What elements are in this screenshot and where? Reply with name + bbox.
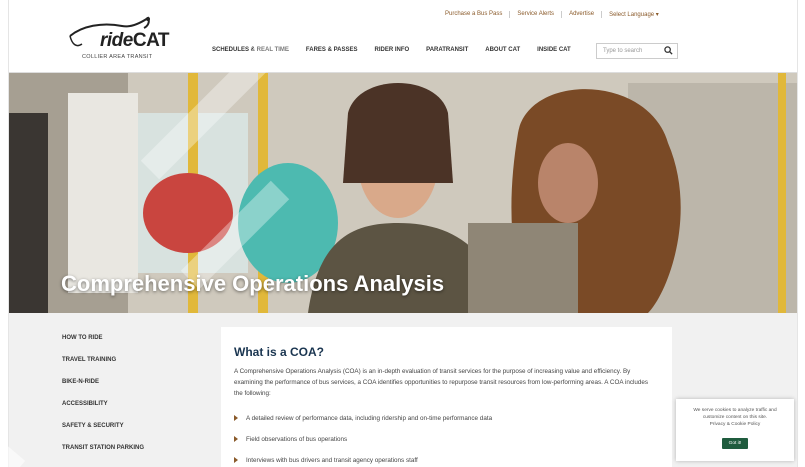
utility-service-alerts[interactable]: Service Alerts	[510, 11, 563, 18]
hero-banner: Comprehensive Operations Analysis	[8, 73, 798, 313]
utility-purchase-pass[interactable]: Purchase a Bus Pass	[438, 11, 511, 18]
bullet-arrow-icon	[234, 436, 238, 443]
nav-rider-info[interactable]: RIDER INFO	[374, 47, 409, 53]
intro-paragraph: A Comprehensive Operations Analysis (COA…	[234, 368, 649, 397]
page: rideCAT COLLIER AREA TRANSIT Purchase a …	[0, 0, 805, 467]
cookie-banner: We serve cookies to analyze traffic and …	[676, 399, 794, 461]
main-nav: SCHEDULES & REAL TIME FARES & PASSES RID…	[212, 47, 588, 53]
bullet-arrow-icon	[234, 415, 238, 422]
sidebar: HOW TO RIDE TRAVEL TRAINING BIKE-N-RIDE …	[8, 313, 208, 467]
search-icon[interactable]	[664, 46, 673, 55]
sidebar-item-safety-security[interactable]: SAFETY & SECURITY	[62, 423, 124, 429]
cookie-message: We serve cookies to analyze traffic and …	[682, 407, 788, 428]
utility-advertise[interactable]: Advertise	[562, 11, 603, 18]
sidebar-item-bike-n-ride[interactable]: BIKE-N-RIDE	[62, 379, 99, 385]
sidebar-item-travel-training[interactable]: TRAVEL TRAINING	[62, 357, 116, 363]
list-item-text: Field observations of bus operations	[246, 436, 348, 443]
language-select[interactable]: Select Language ▾	[602, 11, 666, 18]
logo-tagline: COLLIER AREA TRANSIT	[82, 54, 153, 60]
list-item-text: A detailed review of performance data, i…	[246, 415, 493, 422]
cookie-accept-button[interactable]: Got it!	[722, 438, 748, 449]
sidebar-item-station-parking[interactable]: TRANSIT STATION PARKING	[62, 445, 144, 451]
logo-wordmark: rideCAT	[100, 30, 170, 51]
list-item: A detailed review of performance data, i…	[234, 415, 492, 422]
search-placeholder: Type to search	[603, 48, 643, 54]
section-heading: What is a COA?	[234, 345, 325, 359]
cookie-text: We serve cookies to analyze traffic and …	[693, 408, 777, 420]
sidebar-item-accessibility[interactable]: ACCESSIBILITY	[62, 401, 108, 407]
nav-about-cat[interactable]: ABOUT CAT	[485, 47, 520, 53]
privacy-policy-link[interactable]: Privacy & Cookie Policy	[710, 422, 761, 427]
list-item: Field observations of bus operations	[234, 436, 347, 443]
list-item: Interviews with bus drivers and transit …	[234, 457, 418, 464]
sidebar-item-how-to-ride[interactable]: HOW TO RIDE	[62, 335, 103, 341]
nav-paratransit[interactable]: PARATRANSIT	[426, 47, 468, 53]
site-header: rideCAT COLLIER AREA TRANSIT Purchase a …	[8, 0, 798, 73]
list-item-text: Interviews with bus drivers and transit …	[246, 457, 418, 464]
utility-nav: Purchase a Bus Pass Service Alerts Adver…	[438, 11, 666, 18]
nav-inside-cat[interactable]: INSIDE CAT	[537, 47, 571, 53]
search-input[interactable]: Type to search	[596, 43, 678, 59]
page-title: Comprehensive Operations Analysis	[61, 271, 445, 296]
nav-schedules[interactable]: SCHEDULES & REAL TIME	[212, 47, 289, 53]
bullet-arrow-icon	[234, 457, 238, 464]
nav-fares[interactable]: FARES & PASSES	[306, 47, 358, 53]
